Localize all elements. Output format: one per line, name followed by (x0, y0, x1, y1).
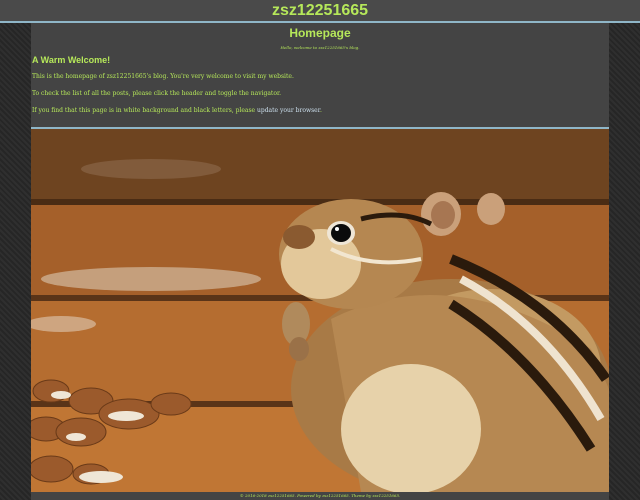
update-browser-link[interactable]: update your browser (257, 107, 320, 114)
chipmunk-photo (31, 129, 609, 492)
chipmunk-illustration (31, 129, 609, 492)
browser-hint-paragraph: If you find that this page is in white b… (31, 106, 609, 115)
welcome-content: Homepage Hello, welcome to zsz12251665's… (31, 23, 609, 127)
page-title: Homepage (289, 26, 351, 40)
section-heading: A Warm Welcome! (32, 55, 111, 65)
navigator-hint-paragraph: To check the list of all the posts, plea… (32, 90, 282, 97)
browser-hint-suffix: . (319, 107, 322, 114)
page-subtitle: Hello, welcome to zsz12251665's blog. (280, 45, 360, 50)
intro-paragraph: This is the homepage of zsz12251665's bl… (32, 73, 294, 80)
site-footer: © 2016-2018 zsz12251665. Powered by zsz1… (31, 492, 609, 500)
browser-hint-text: If you find that this page is in white b… (32, 107, 258, 114)
site-header: zsz12251665 (0, 0, 640, 23)
site-title-link[interactable]: zsz12251665 (272, 2, 368, 19)
